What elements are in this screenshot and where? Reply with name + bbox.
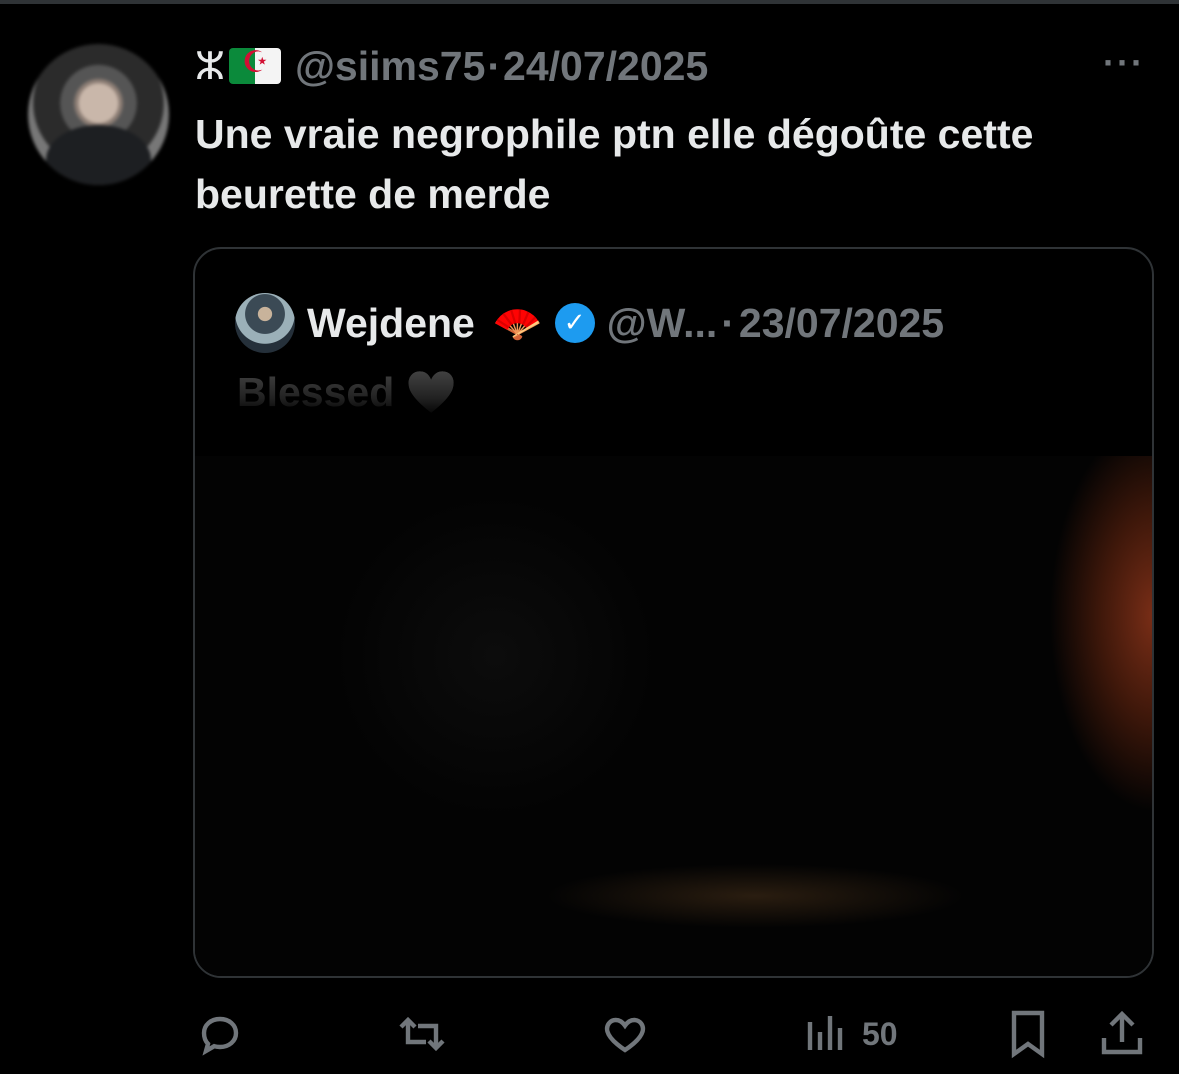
fan-emoji-icon: 🪭 bbox=[492, 300, 543, 347]
quoted-tweet-header: Wejdene 🪭 ✓ @W... · 23/07/2025 bbox=[235, 293, 944, 353]
author-name-symbol[interactable]: ⵣ bbox=[195, 44, 225, 89]
like-button[interactable] bbox=[600, 1004, 650, 1064]
author-handle[interactable]: @siims75 bbox=[295, 43, 485, 90]
quoted-tweet-date: 23/07/2025 bbox=[738, 299, 945, 346]
share-button[interactable] bbox=[1098, 1004, 1146, 1064]
header-separator: · bbox=[487, 42, 502, 89]
algeria-flag-icon bbox=[228, 45, 281, 84]
bookmark-icon bbox=[1011, 1010, 1045, 1059]
reply-icon bbox=[201, 1016, 239, 1056]
tweet-header: ⵣ @siims75 · 24/07/2025 bbox=[195, 38, 708, 94]
views-icon bbox=[807, 1016, 843, 1050]
tweet-text: Une vraie negrophile ptn elle dégoûte ce… bbox=[195, 111, 1034, 217]
quoted-tweet-media[interactable] bbox=[195, 456, 1152, 976]
views-count: 50 bbox=[862, 1015, 898, 1052]
verified-badge-icon: ✓ bbox=[554, 303, 595, 343]
quoted-header-separator: · bbox=[721, 299, 735, 346]
share-icon bbox=[1101, 1010, 1143, 1055]
retweet-button[interactable] bbox=[396, 1004, 448, 1064]
quoted-tweet-text: Blessed 🖤 bbox=[237, 369, 457, 415]
bookmark-button[interactable] bbox=[1004, 1004, 1052, 1064]
author-avatar[interactable] bbox=[28, 44, 169, 185]
action-bar: 50 bbox=[0, 1004, 1179, 1064]
quoted-author-handle: @W... bbox=[606, 299, 718, 346]
quoted-author-avatar bbox=[235, 293, 295, 353]
quoted-author-name: Wejdene bbox=[307, 299, 475, 346]
retweet-icon bbox=[399, 1016, 445, 1052]
more-options-icon[interactable]: ··· bbox=[1103, 45, 1145, 81]
tweet-date[interactable]: 24/07/2025 bbox=[503, 43, 708, 90]
views-button[interactable]: 50 bbox=[804, 1004, 898, 1064]
quoted-tweet[interactable]: Wejdene 🪭 ✓ @W... · 23/07/2025 Blessed 🖤 bbox=[193, 247, 1154, 978]
reply-button[interactable] bbox=[196, 1004, 244, 1064]
tweet[interactable]: ⵣ @siims75 · 24/07/2025 ··· Une vraie ne… bbox=[0, 4, 1179, 1074]
like-icon bbox=[604, 1017, 646, 1053]
